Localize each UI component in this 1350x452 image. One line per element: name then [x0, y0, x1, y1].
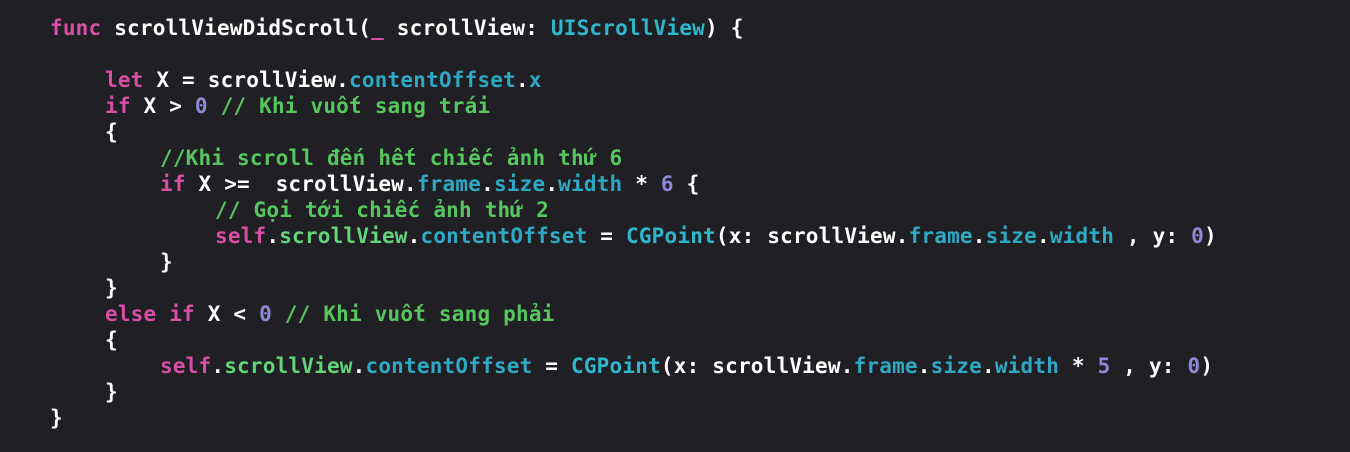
code-text: , y: — [1114, 224, 1192, 248]
code-text: } — [50, 406, 63, 430]
code-text: = — [532, 354, 571, 378]
code-type: CGPoint — [571, 354, 661, 378]
code-keyword: func — [50, 16, 102, 40]
code-keyword: else — [105, 302, 157, 326]
code-property: size — [493, 172, 546, 196]
code-line: { — [0, 119, 1350, 145]
code-text: ) — [1203, 224, 1217, 248]
code-text: (x: scrollView. — [715, 224, 909, 248]
code-text: . — [545, 172, 559, 196]
code-line: } — [0, 249, 1350, 275]
code-keyword: _ — [371, 16, 384, 40]
code-member: scrollView — [224, 354, 353, 378]
code-text: } — [105, 276, 118, 300]
code-line: //Khi scroll đến hết chiếc ảnh thứ 6 — [0, 145, 1350, 171]
code-property: contentOffset — [365, 354, 533, 378]
code-text: * — [1059, 354, 1098, 378]
code-text: { — [105, 120, 118, 144]
code-comment: // Gọi tới chiếc ảnh thứ 2 — [215, 198, 549, 222]
code-text: . — [481, 172, 494, 196]
code-type: CGPoint — [626, 224, 716, 248]
code-keyword: self — [160, 354, 212, 378]
code-line: { — [0, 327, 1350, 353]
code-property: x — [528, 68, 542, 92]
code-text: , y: — [1110, 354, 1188, 378]
code-number: 0 — [1191, 224, 1204, 248]
code-text: X < — [194, 302, 260, 326]
code-keyword: if — [160, 172, 186, 196]
code-text: X = scrollView. — [143, 68, 350, 92]
code-line: func scrollViewDidScroll(_ scrollView: U… — [0, 15, 1350, 41]
code-property: contentOffset — [349, 68, 516, 92]
code-property: width — [558, 172, 623, 196]
code-line: self.scrollView.contentOffset = CGPoint(… — [0, 353, 1350, 379]
code-text: . — [917, 354, 931, 378]
code-property: width — [1049, 224, 1115, 248]
code-line: } — [0, 379, 1350, 405]
code-text: scrollViewDidScroll( — [101, 16, 372, 40]
code-text: X > — [130, 94, 195, 118]
code-text: scrollView: — [383, 16, 551, 40]
code-line: } — [0, 405, 1350, 431]
code-line: let X = scrollView.contentOffset.x — [0, 67, 1350, 93]
code-number: 0 — [194, 94, 208, 118]
code-member: scrollView — [279, 224, 408, 248]
code-text: { — [673, 172, 700, 196]
code-text: . — [407, 224, 421, 248]
code-text: = — [587, 224, 626, 248]
code-text: } — [105, 380, 118, 404]
code-editor[interactable]: func scrollViewDidScroll(_ scrollView: U… — [0, 0, 1350, 452]
code-text: . — [352, 354, 366, 378]
code-type: UIScrollView — [550, 16, 706, 40]
code-text: . — [266, 224, 280, 248]
code-text: } — [160, 250, 173, 274]
code-text: * — [622, 172, 661, 196]
code-keyword: self — [215, 224, 267, 248]
code-text: ) { — [705, 16, 744, 40]
code-text: { — [105, 328, 118, 352]
code-line: } — [0, 275, 1350, 301]
code-text: X >= scrollView. — [185, 172, 417, 196]
code-line: if X >= scrollView.frame.size.width * 6 … — [0, 171, 1350, 197]
code-text: . — [1037, 224, 1050, 248]
code-text: (x: scrollView. — [660, 354, 854, 378]
code-property: size — [930, 354, 982, 378]
code-text: . — [972, 224, 986, 248]
code-number: 6 — [660, 172, 674, 196]
code-block: func scrollViewDidScroll(_ scrollView: U… — [0, 15, 1350, 431]
code-text: . — [516, 68, 529, 92]
code-text: ) — [1200, 354, 1214, 378]
code-number: 0 — [1187, 354, 1201, 378]
code-line: // Gọi tới chiếc ảnh thứ 2 — [0, 197, 1350, 223]
code-property: width — [994, 354, 1060, 378]
code-line: else if X < 0 // Khi vuốt sang phải — [0, 301, 1350, 327]
code-number: 5 — [1097, 354, 1111, 378]
code-comment: // Khi vuốt sang phải — [271, 302, 555, 326]
code-keyword: if — [105, 94, 131, 118]
code-comment: //Khi scroll đến hết chiếc ảnh thứ 6 — [160, 146, 623, 170]
code-property: frame — [908, 224, 973, 248]
code-text: . — [211, 354, 225, 378]
code-comment: // Khi vuốt sang trái — [207, 94, 491, 118]
code-keyword: let — [105, 68, 144, 92]
code-property: size — [985, 224, 1037, 248]
code-text: . — [982, 354, 995, 378]
code-property: frame — [853, 354, 918, 378]
code-line: self.scrollView.contentOffset = CGPoint(… — [0, 223, 1350, 249]
code-property: frame — [416, 172, 482, 196]
code-keyword: if — [169, 302, 195, 326]
code-property: contentOffset — [420, 224, 588, 248]
code-number: 0 — [259, 302, 272, 326]
code-line: if X > 0 // Khi vuốt sang trái — [0, 93, 1350, 119]
